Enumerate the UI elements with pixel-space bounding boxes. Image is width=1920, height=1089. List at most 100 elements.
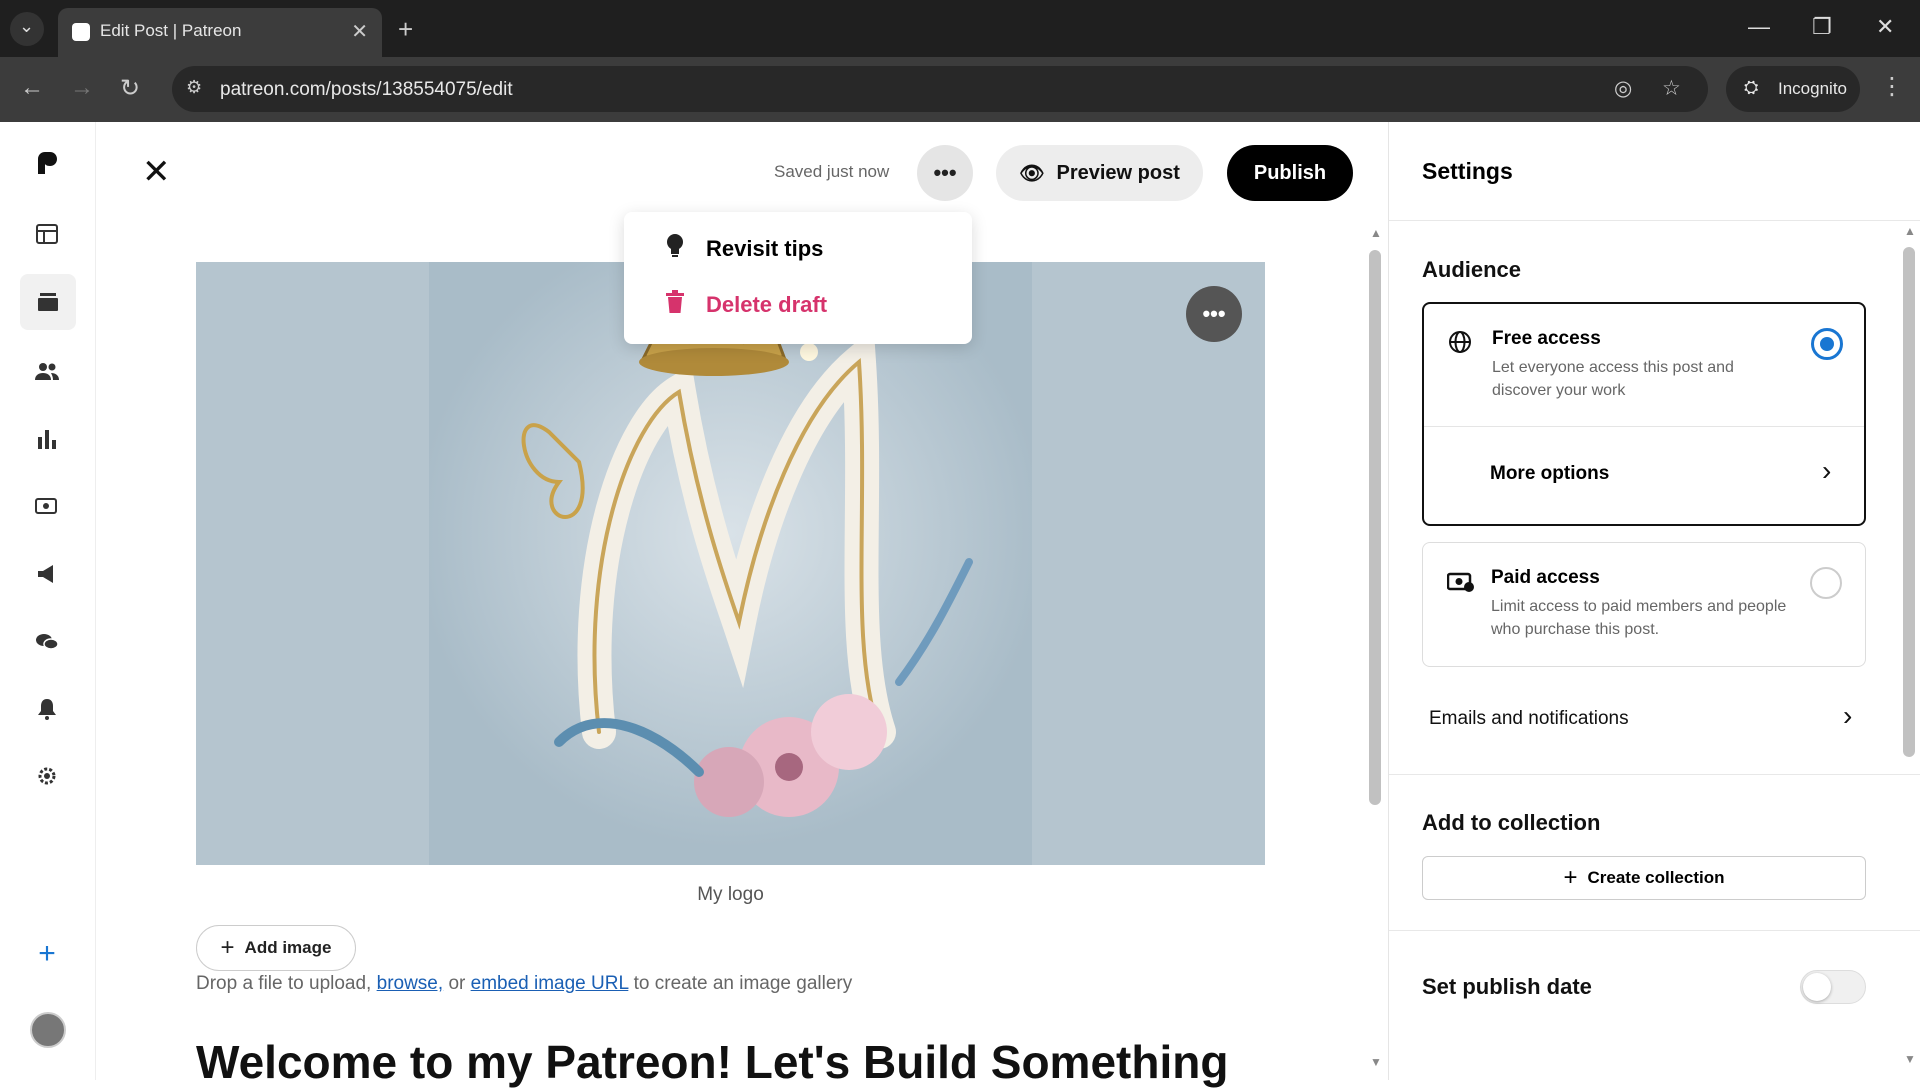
chevron-right-icon: ›	[1843, 700, 1853, 731]
patreon-logo-icon[interactable]	[30, 146, 64, 180]
more-options-label: More options	[1490, 463, 1610, 484]
browser-tab-bar: ⌄ Edit Post | Patreon ✕ + — ❐ ✕	[0, 0, 1920, 57]
ellipsis-icon: •••	[933, 160, 957, 185]
plus-icon: +	[220, 934, 235, 961]
forward-icon[interactable]: →	[70, 74, 94, 102]
audience-title: Audience	[1422, 257, 1522, 282]
image-more-button[interactable]: •••	[1186, 286, 1242, 342]
more-options-menu: Revisit tips Delete draft	[624, 212, 972, 344]
scroll-up-icon[interactable]: ▲	[1904, 224, 1916, 238]
reload-icon[interactable]: ↻	[120, 74, 140, 103]
incognito-indicator[interactable]: ⛭ Incognito	[1726, 66, 1860, 112]
restore-icon[interactable]: ❐	[1812, 14, 1832, 40]
back-icon[interactable]: ←	[20, 74, 44, 102]
incognito-icon: ⛭	[1744, 77, 1759, 97]
promotions-megaphone-icon[interactable]	[30, 557, 64, 591]
divider	[1389, 930, 1920, 931]
emails-notifications-label: Emails and notifications	[1429, 708, 1629, 729]
paid-access-description: Limit access to paid members and people …	[1491, 598, 1787, 638]
embed-image-url-link[interactable]: embed image URL	[471, 973, 629, 994]
payouts-icon[interactable]	[30, 489, 64, 523]
site-info-icon[interactable]: ⚙	[186, 77, 202, 98]
image-caption[interactable]: My logo	[0, 884, 1461, 906]
chevron-down-icon: ⌄	[19, 16, 35, 36]
notifications-bell-icon[interactable]	[30, 692, 64, 726]
preview-post-button[interactable]: 👁 Preview post	[996, 145, 1203, 201]
browser-menu-icon[interactable]: ⋮	[1880, 72, 1904, 101]
free-access-radio[interactable]	[1811, 328, 1843, 360]
create-collection-label: Create collection	[1587, 868, 1725, 887]
publish-button[interactable]: Publish	[1227, 145, 1353, 201]
settings-gear-icon[interactable]	[30, 759, 64, 793]
paid-access-option[interactable]: Paid access Limit access to paid members…	[1422, 542, 1866, 667]
add-image-label: Add image	[244, 938, 332, 957]
free-access-description: Let everyone access this post and discov…	[1492, 359, 1734, 399]
url-text[interactable]: patreon.com/posts/138554075/edit	[220, 79, 513, 101]
insights-chart-icon[interactable]	[30, 422, 64, 456]
revisit-tips-label: Revisit tips	[706, 236, 824, 261]
library-icon[interactable]	[20, 274, 76, 330]
bookmark-star-icon[interactable]: ☆	[1662, 76, 1681, 101]
chevron-right-icon: ›	[1822, 455, 1832, 486]
browser-toolbar: ← → ↻ ⚙ patreon.com/posts/138554075/edit…	[0, 57, 1920, 122]
free-access-title: Free access	[1492, 328, 1601, 349]
saved-status: Saved just now	[774, 162, 890, 181]
paid-access-radio[interactable]	[1810, 567, 1842, 599]
upload-hint-prefix: Drop a file to upload,	[196, 973, 372, 994]
lightbulb-icon	[662, 234, 688, 264]
ellipsis-icon: •••	[1202, 301, 1226, 326]
more-options-row[interactable]: More options ›	[1424, 427, 1864, 524]
new-tab-icon[interactable]: +	[398, 14, 413, 45]
window-close-icon[interactable]: ✕	[1876, 14, 1894, 40]
settings-panel: Settings Audience Free access Let everyo…	[1388, 122, 1920, 1080]
emails-notifications-row[interactable]: Emails and notifications ›	[1389, 684, 1889, 754]
divider	[1389, 774, 1920, 775]
globe-icon	[1448, 330, 1472, 360]
add-to-collection-title: Add to collection	[1422, 810, 1601, 835]
post-title-input[interactable]: Welcome to my Patreon! Let's Build Somet…	[196, 1035, 1228, 1089]
paid-access-title: Paid access	[1491, 567, 1600, 588]
delete-draft-label: Delete draft	[706, 292, 828, 317]
patreon-favicon-icon	[72, 23, 90, 41]
eye-icon: 👁	[1019, 162, 1045, 185]
address-bar[interactable]: ⚙ patreon.com/posts/138554075/edit ◎ ☆	[172, 66, 1708, 112]
logo-artwork	[429, 262, 1032, 865]
menu-item-delete-draft[interactable]: Delete draft	[662, 290, 827, 320]
audience-card-free: Free access Let everyone access this pos…	[1422, 302, 1866, 526]
scroll-down-icon[interactable]: ▼	[1370, 1055, 1382, 1069]
trash-icon	[662, 290, 688, 320]
tab-close-icon[interactable]: ✕	[351, 19, 368, 44]
upload-hint-or: or	[448, 973, 466, 994]
paid-money-icon	[1446, 571, 1475, 599]
editor-scrollbar[interactable]	[1369, 250, 1381, 805]
upload-hint: Drop a file to upload, browse, or embed …	[196, 973, 852, 995]
preview-post-label: Preview post	[1056, 161, 1180, 184]
eye-off-icon[interactable]: ◎	[1614, 76, 1632, 101]
minimize-icon[interactable]: —	[1748, 14, 1770, 40]
plus-icon: +	[1563, 864, 1578, 891]
browser-tab-active[interactable]: Edit Post | Patreon ✕	[58, 8, 382, 57]
browse-link[interactable]: browse,	[377, 973, 444, 994]
publish-date-toggle[interactable]	[1800, 970, 1866, 1004]
add-image-button[interactable]: + Add image	[196, 925, 356, 971]
close-editor-icon[interactable]: ✕	[142, 155, 171, 189]
dashboard-icon[interactable]	[30, 217, 64, 251]
left-sidebar: +	[0, 122, 96, 1080]
create-plus-icon[interactable]: +	[30, 937, 64, 971]
tab-title: Edit Post | Patreon	[100, 21, 242, 40]
incognito-label: Incognito	[1778, 79, 1847, 98]
post-image[interactable]	[196, 262, 1265, 865]
chats-icon[interactable]	[30, 625, 64, 659]
settings-scrollbar[interactable]	[1903, 247, 1915, 757]
more-options-button[interactable]: •••	[917, 145, 973, 201]
menu-item-revisit-tips[interactable]: Revisit tips	[662, 234, 823, 264]
settings-title: Settings	[1422, 158, 1513, 184]
scroll-up-icon[interactable]: ▲	[1370, 226, 1382, 240]
tab-search-button[interactable]: ⌄	[10, 12, 44, 46]
free-access-option[interactable]: Free access Let everyone access this pos…	[1424, 304, 1864, 426]
upload-hint-suffix: to create an image gallery	[633, 973, 853, 994]
audience-icon[interactable]	[30, 354, 64, 388]
scroll-down-icon[interactable]: ▼	[1904, 1052, 1916, 1066]
create-collection-button[interactable]: + Create collection	[1422, 856, 1866, 900]
avatar[interactable]	[30, 1012, 66, 1048]
